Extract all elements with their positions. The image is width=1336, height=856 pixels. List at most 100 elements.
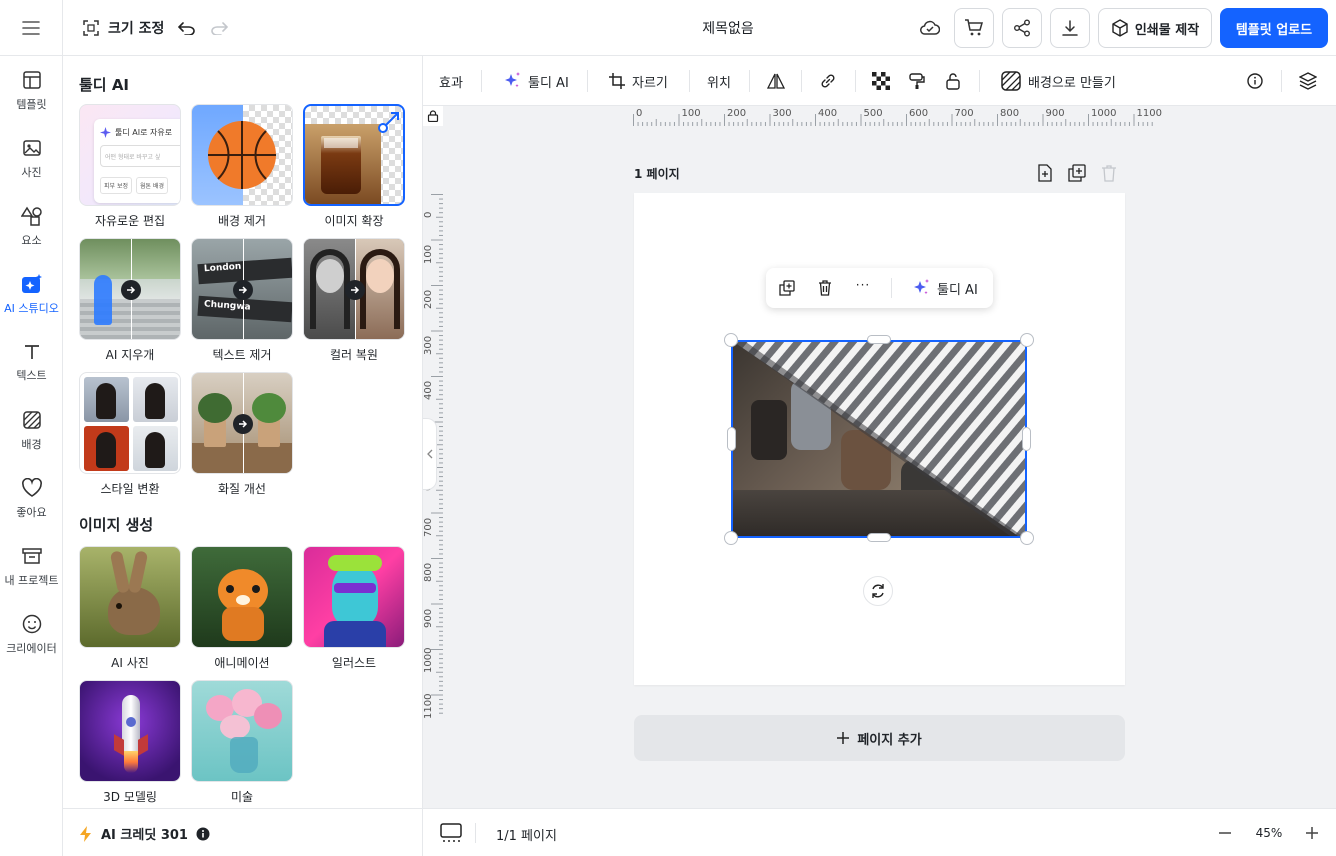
print-order-button[interactable]: 인쇄물 제작 <box>1098 8 1212 48</box>
toolddy-ai-button[interactable]: 툴디 AI <box>503 56 569 106</box>
generate-card-ai-photo[interactable]: AI 사진 <box>79 546 181 671</box>
resize-icon <box>83 20 99 36</box>
zoom-level[interactable]: 45% <box>1249 826 1289 840</box>
smile-icon <box>22 614 41 634</box>
rotate-handle[interactable] <box>863 576 893 606</box>
rail-item-templates[interactable]: 템플릿 <box>0 60 63 122</box>
rail-label: 좋아요 <box>16 506 47 519</box>
arrow-right-icon <box>121 280 141 300</box>
info-button[interactable] <box>1247 56 1263 106</box>
lock-button[interactable] <box>945 56 961 106</box>
delete-page-icon[interactable] <box>1099 163 1119 183</box>
left-rail: 템플릿 사진 요소 AI 스튜디오 텍스트 배경 좋아요 내 프로젝트 크리에이… <box>0 56 63 856</box>
resize-handle-right[interactable] <box>1022 427 1031 451</box>
rail-item-elements[interactable]: 요소 <box>0 196 63 258</box>
rail-item-creator[interactable]: 크리에이터 <box>0 604 63 666</box>
rail-item-text[interactable]: 텍스트 <box>0 332 63 394</box>
share-button[interactable] <box>1002 8 1042 48</box>
resize-handle-top-right[interactable] <box>1020 333 1034 347</box>
rail-item-ai-studio[interactable]: AI 스튜디오 <box>0 264 63 326</box>
duplicate-icon[interactable] <box>776 278 798 298</box>
more-options-icon[interactable]: ··· <box>852 278 874 298</box>
layers-button[interactable] <box>1299 56 1317 106</box>
zoom-in-icon[interactable] <box>1302 823 1322 843</box>
generate-card-illustration[interactable]: 일러스트 <box>303 546 405 671</box>
background-icon <box>1001 71 1021 91</box>
floating-toolbar: ··· 툴디 AI <box>766 268 993 308</box>
sparkle-icon <box>100 127 111 138</box>
link-button[interactable] <box>819 56 837 106</box>
tool-card-remove-bg[interactable]: 배경 제거 <box>191 104 293 229</box>
add-page-button[interactable]: 페이지 추가 <box>634 715 1125 761</box>
tool-card-style-transfer[interactable]: 스타일 변환 <box>79 372 181 497</box>
rail-item-background[interactable]: 배경 <box>0 400 63 462</box>
arrow-right-icon <box>233 414 253 434</box>
generate-label: 일러스트 <box>331 656 377 670</box>
tool-card-ai-eraser[interactable]: AI 지우개 <box>79 238 181 363</box>
make-background-button[interactable]: 배경으로 만들기 <box>1001 56 1116 106</box>
rail-label: 텍스트 <box>16 369 47 382</box>
ai-credits-label: AI 크레딧 301 <box>101 828 188 843</box>
crop-button[interactable]: 자르기 <box>609 56 668 106</box>
ruler-label: 300 <box>423 335 434 355</box>
canvas-workspace[interactable]: 0 100 200 300 400 500 600 700 800 900 1000 1100 0 10… <box>423 106 1336 808</box>
transparency-button[interactable] <box>872 56 890 106</box>
tool-label: 스타일 변환 <box>100 482 160 496</box>
ruler-corner[interactable] <box>423 106 443 126</box>
generate-label: 미술 <box>230 790 254 804</box>
position-button[interactable]: 위치 <box>707 56 731 106</box>
tool-label: 자유로운 편집 <box>94 214 166 228</box>
rail-item-my-projects[interactable]: 내 프로젝트 <box>0 536 63 598</box>
template-upload-button[interactable]: 템플릿 업로드 <box>1220 8 1328 48</box>
resize-handle-bottom-left[interactable] <box>724 531 738 545</box>
style-transfer-thumbnail <box>79 372 181 474</box>
hamburger-menu-icon[interactable] <box>18 16 44 40</box>
resize-handle-bottom-right[interactable] <box>1020 531 1034 545</box>
effect-button[interactable]: 효과 <box>439 56 463 106</box>
generate-card-animation[interactable]: 애니메이션 <box>191 546 293 671</box>
tool-card-expand-image[interactable]: 이미지 확장 <box>303 104 405 229</box>
rail-label: AI 스튜디오 <box>4 302 59 315</box>
divider <box>1281 70 1282 92</box>
generate-card-3d-modeling[interactable]: 3D 모델링 <box>79 680 181 805</box>
resize-handle-top[interactable] <box>867 335 891 344</box>
tool-card-upscale[interactable]: 화질 개선 <box>191 372 293 497</box>
floating-toolddy-ai-button[interactable]: 툴디 AI <box>912 278 978 298</box>
zoom-out-icon[interactable] <box>1215 823 1235 843</box>
download-button[interactable] <box>1050 8 1090 48</box>
resize-label: 크기 조정 <box>108 21 165 37</box>
resize-handle-left[interactable] <box>727 427 736 451</box>
divider <box>855 70 856 92</box>
rail-item-likes[interactable]: 좋아요 <box>0 468 63 530</box>
duplicate-page-icon[interactable] <box>1067 163 1087 183</box>
redo-icon[interactable] <box>208 16 230 40</box>
sparkle-icon <box>505 72 520 88</box>
document-title[interactable]: 제목없음 <box>628 18 828 38</box>
generate-card-art[interactable]: 미술 <box>191 680 293 805</box>
save-status-icon[interactable] <box>916 16 944 40</box>
add-page-icon[interactable] <box>1035 163 1055 183</box>
generate-label: AI 사진 <box>111 656 149 670</box>
mini-chip: 웜톤 배경 <box>136 177 168 194</box>
rotate-icon <box>872 584 884 598</box>
tool-card-free-edit[interactable]: 툴디 AI로 자유로 어떤 형태로 바꾸고 싶 피부 보정 웜톤 배경 자유로운… <box>79 104 181 229</box>
trash-icon[interactable] <box>814 278 836 298</box>
page-view-toggle[interactable] <box>439 822 463 844</box>
tool-label: 텍스트 제거 <box>212 348 272 362</box>
resize-handle-top-left[interactable] <box>724 333 738 347</box>
style-paint-button[interactable] <box>908 56 926 106</box>
tool-card-text-remove[interactable]: London Chungwa 텍스트 제거 <box>191 238 293 363</box>
info-icon[interactable] <box>196 827 210 841</box>
flip-button[interactable] <box>767 56 785 106</box>
panel-collapse-handle[interactable] <box>423 418 437 490</box>
resize-button[interactable]: 크기 조정 <box>82 16 164 40</box>
tool-card-color-restore[interactable]: 컬러 복원 <box>303 238 405 363</box>
cart-button[interactable] <box>954 8 994 48</box>
rail-item-photos[interactable]: 사진 <box>0 128 63 190</box>
ruler-label: 800 <box>1000 108 1020 119</box>
ruler-label: 1000 <box>1091 108 1117 119</box>
ai-credits[interactable]: AI 크레딧 301 <box>79 824 210 843</box>
resize-handle-bottom[interactable] <box>867 533 891 542</box>
3d-modeling-thumbnail <box>79 680 181 782</box>
undo-icon[interactable] <box>176 16 198 40</box>
